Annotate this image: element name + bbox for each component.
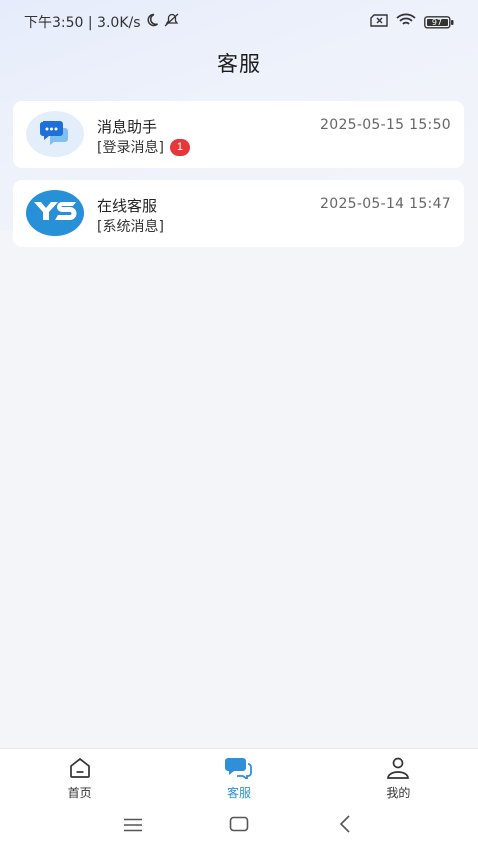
conversation-preview: [系统消息] [97,216,164,236]
status-right: 97 [370,13,454,31]
status-bar: 下午3:50 | 3.0K/s 97 [0,0,478,44]
tab-label: 客服 [226,786,251,800]
conversation-name: 在线客服 [97,197,158,215]
home-icon [68,757,92,783]
status-left: 下午3:50 | 3.0K/s [24,12,181,32]
tab-profile[interactable]: 我的 [319,749,478,803]
unread-badge: 1 [169,138,190,156]
conversation-item-assistant[interactable]: 消息助手 2025-05-15 15:50 [登录消息] 1 [13,101,464,168]
conversation-item-online-service[interactable]: 在线客服 2025-05-14 15:47 [系统消息] [13,180,464,247]
chevron-left-icon [339,815,351,837]
menu-icon [123,817,143,836]
square-icon [229,816,249,836]
battery-level: 97 [431,17,443,27]
profile-icon [386,757,410,783]
battery-icon: 97 [424,15,454,29]
mute-icon [163,13,181,31]
chat-bubble-icon [40,119,70,149]
ys-logo-icon [32,198,78,228]
back-nav-button[interactable] [325,806,365,846]
avatar [26,190,84,236]
tab-home[interactable]: 首页 [0,749,159,803]
tab-label: 首页 [67,786,92,800]
tab-customer-service[interactable]: 客服 [159,749,318,803]
status-text: 下午3:50 | 3.0K/s [24,15,141,31]
menu-nav-button[interactable] [113,806,153,846]
system-nav-bar [0,802,478,850]
tab-label: 我的 [386,786,411,800]
preview-text: [系统消息] [97,219,164,235]
page-title: 客服 [217,52,261,76]
avatar [26,111,84,157]
bottom-tab-bar: 首页 客服 我的 [0,748,478,803]
conversation-name: 消息助手 [97,118,158,136]
customer-service-icon [224,757,253,783]
conversation-time: 2025-05-14 15:47 [320,196,451,212]
home-nav-button[interactable] [219,806,259,846]
conversation-list: 消息助手 2025-05-15 15:50 [登录消息] 1 在线客服 2025… [13,101,464,259]
sim-icon [370,13,388,31]
conversation-preview: [登录消息] 1 [97,137,190,157]
preview-text: [登录消息] [97,140,164,156]
wifi-icon [396,13,416,31]
moon-icon [145,13,159,31]
conversation-time: 2025-05-15 15:50 [320,117,451,133]
